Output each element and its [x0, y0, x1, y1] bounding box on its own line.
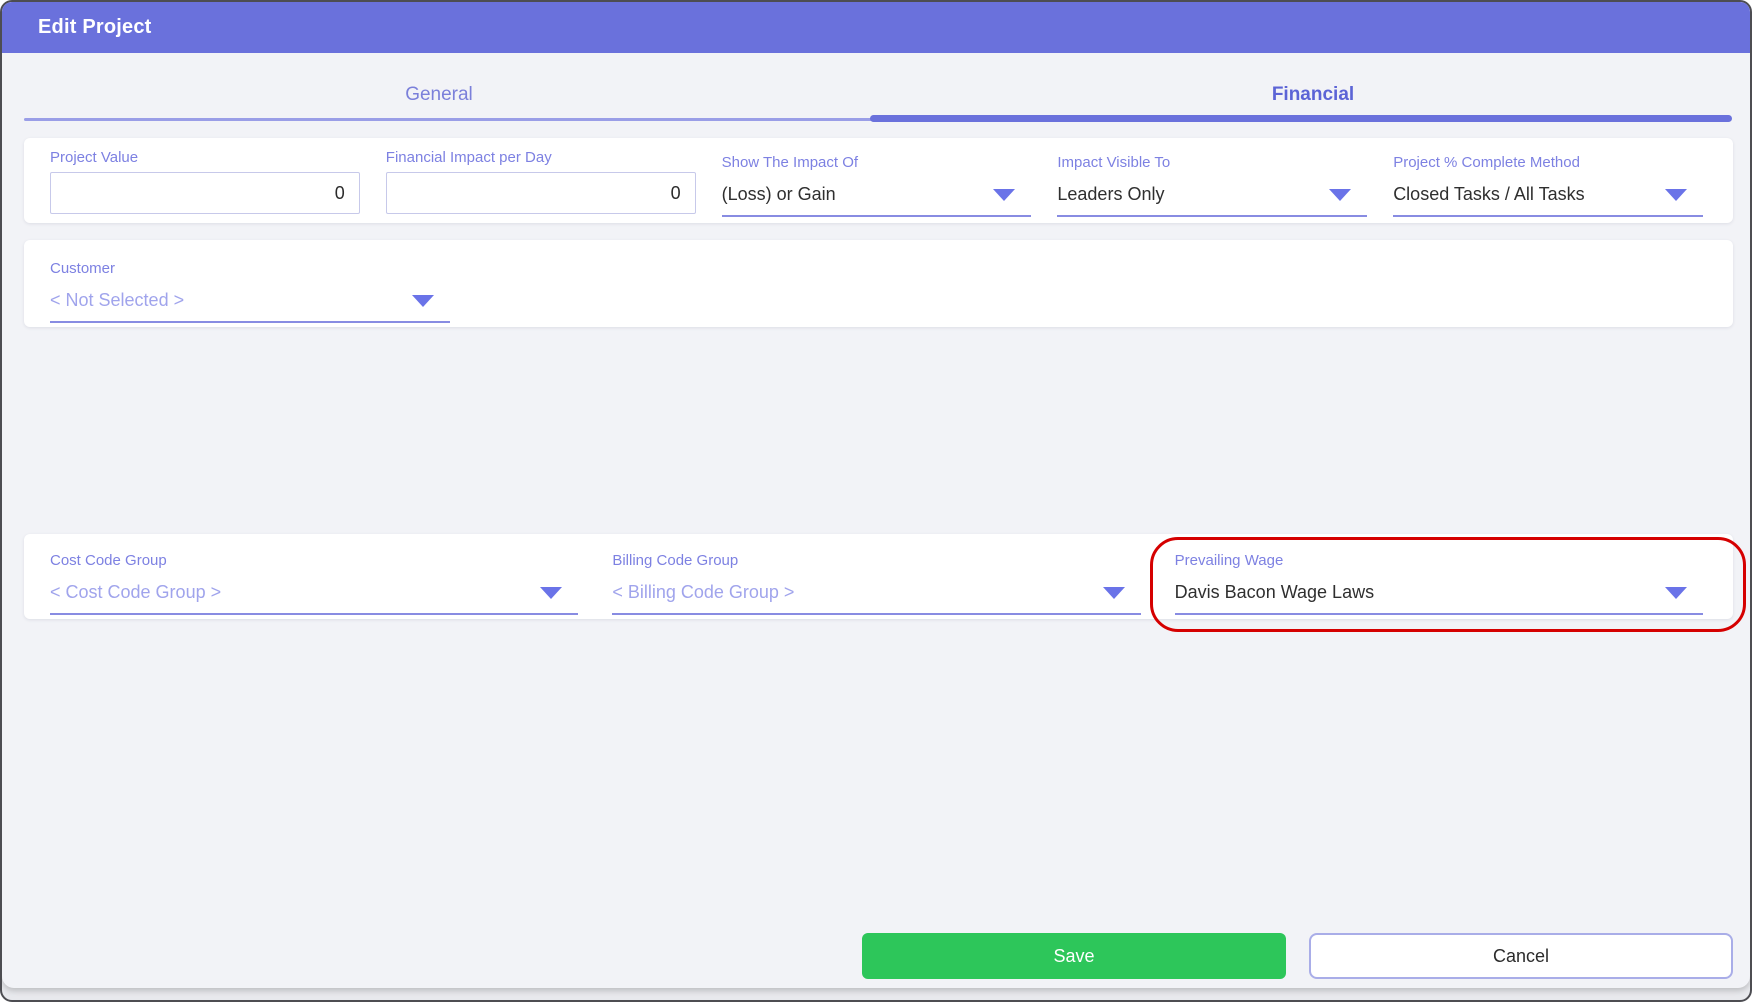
tab-general[interactable]: General	[2, 66, 876, 124]
billing-code-group-label: Billing Code Group	[612, 552, 1140, 569]
dialog-title: Edit Project	[2, 16, 152, 39]
pct-complete-method-value: Closed Tasks / All Tasks	[1393, 184, 1584, 205]
tab-general-label: General	[405, 84, 473, 106]
chevron-down-icon	[1665, 189, 1687, 201]
customer-label: Customer	[50, 260, 450, 277]
customer-card: Customer < Not Selected >	[24, 240, 1733, 327]
impact-visible-to-select[interactable]: Impact Visible To Leaders Only	[1057, 154, 1367, 223]
show-impact-of-label: Show The Impact Of	[722, 154, 1032, 171]
tab-financial-label: Financial	[1272, 84, 1354, 106]
customer-select[interactable]: Customer < Not Selected >	[50, 260, 450, 323]
financial-values-card: Project Value Financial Impact per Day S…	[24, 138, 1733, 223]
save-button[interactable]: Save	[862, 933, 1286, 979]
chevron-down-icon	[412, 295, 434, 307]
chevron-down-icon	[993, 189, 1015, 201]
tab-underline-inactive	[24, 118, 874, 121]
chevron-down-icon	[1103, 587, 1125, 599]
project-value-input[interactable]	[50, 172, 360, 214]
impact-visible-to-value: Leaders Only	[1057, 184, 1164, 205]
customer-value: < Not Selected >	[50, 290, 184, 311]
chevron-down-icon	[1329, 189, 1351, 201]
show-impact-of-value: (Loss) or Gain	[722, 184, 836, 205]
impact-per-day-input[interactable]	[386, 172, 696, 214]
cost-code-group-select[interactable]: Cost Code Group < Cost Code Group >	[50, 552, 578, 619]
cost-code-group-label: Cost Code Group	[50, 552, 578, 569]
dialog-body: Edit Project General Financial Project V…	[2, 2, 1750, 988]
code-groups-card: Cost Code Group < Cost Code Group > Bill…	[24, 534, 1733, 619]
prevailing-wage-value: Davis Bacon Wage Laws	[1175, 582, 1374, 603]
cost-code-group-value: < Cost Code Group >	[50, 582, 221, 603]
dialog-header: Edit Project	[2, 2, 1750, 53]
show-impact-of-select[interactable]: Show The Impact Of (Loss) or Gain	[722, 154, 1032, 223]
tab-underline-active	[870, 115, 1732, 122]
impact-visible-to-label: Impact Visible To	[1057, 154, 1367, 171]
chevron-down-icon	[1665, 587, 1687, 599]
cancel-button[interactable]: Cancel	[1309, 933, 1733, 979]
billing-code-group-value: < Billing Code Group >	[612, 582, 794, 603]
impact-per-day-field: Financial Impact per Day	[386, 149, 696, 223]
prevailing-wage-select[interactable]: Prevailing Wage Davis Bacon Wage Laws	[1175, 552, 1703, 619]
prevailing-wage-label: Prevailing Wage	[1175, 552, 1703, 569]
edit-project-dialog: Edit Project General Financial Project V…	[0, 0, 1752, 1002]
impact-per-day-label: Financial Impact per Day	[386, 149, 696, 166]
project-value-field: Project Value	[50, 149, 360, 223]
billing-code-group-select[interactable]: Billing Code Group < Billing Code Group …	[612, 552, 1140, 619]
project-value-label: Project Value	[50, 149, 360, 166]
chevron-down-icon	[540, 587, 562, 599]
pct-complete-method-select[interactable]: Project % Complete Method Closed Tasks /…	[1393, 154, 1703, 223]
pct-complete-method-label: Project % Complete Method	[1393, 154, 1703, 171]
